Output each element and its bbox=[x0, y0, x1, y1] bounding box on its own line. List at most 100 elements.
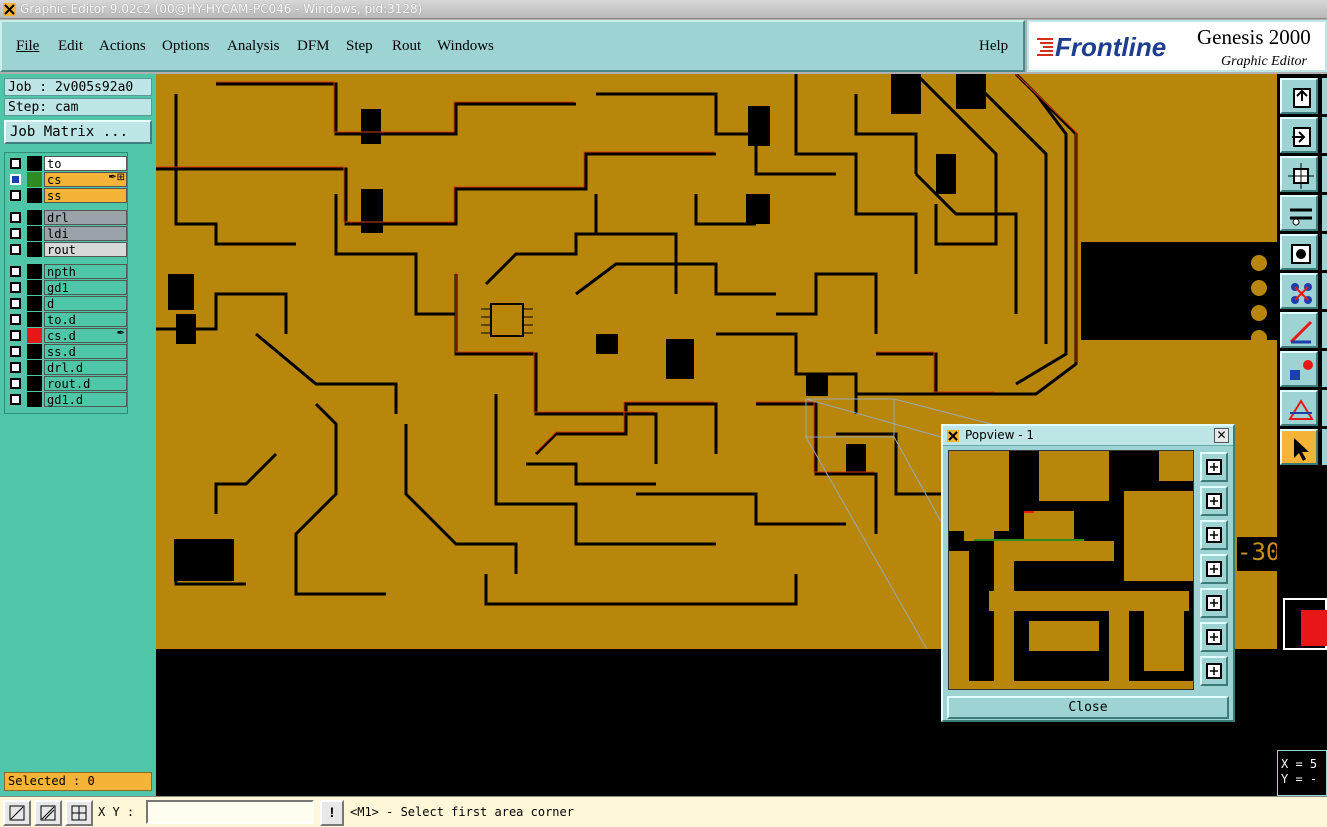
layer-row-ss[interactable]: ss bbox=[7, 188, 127, 203]
measure-icon[interactable] bbox=[34, 800, 62, 826]
popview-title: Popview - 1 bbox=[965, 428, 1034, 442]
product-name: Genesis 2000 bbox=[1197, 25, 1311, 49]
popview-titlebar[interactable]: Popview - 1 ✕ bbox=[943, 426, 1233, 446]
layer-checkbox[interactable] bbox=[10, 362, 21, 373]
popview-center-icon[interactable] bbox=[1200, 656, 1228, 686]
logo-text: Frontline bbox=[1055, 32, 1166, 60]
coordinates-readout: X = 5 Y = - bbox=[1277, 750, 1327, 796]
layer-row-drl[interactable]: drl bbox=[7, 210, 127, 225]
layer-checkbox[interactable] bbox=[10, 158, 21, 169]
popview-pan-right-icon[interactable] bbox=[1200, 588, 1228, 618]
select-icon[interactable] bbox=[1280, 351, 1318, 387]
color-preview-red bbox=[1301, 610, 1327, 646]
layer-checkbox[interactable] bbox=[10, 298, 21, 309]
menu-options[interactable]: Options bbox=[162, 38, 210, 55]
layer-name[interactable]: ss bbox=[44, 188, 127, 203]
layer-checkbox[interactable] bbox=[10, 212, 21, 223]
layer-name[interactable]: drl bbox=[44, 210, 127, 225]
menu-dfm[interactable]: DFM bbox=[297, 38, 330, 55]
tools-icon[interactable] bbox=[1280, 195, 1318, 231]
popview-close-button[interactable]: Close bbox=[947, 696, 1229, 719]
layer-checkbox[interactable] bbox=[10, 190, 21, 201]
xy-input[interactable] bbox=[146, 800, 314, 824]
zoom-home-icon[interactable] bbox=[1280, 117, 1318, 153]
selected-count: Selected : 0 bbox=[4, 772, 152, 791]
job-matrix-button[interactable]: Job Matrix ... bbox=[4, 120, 152, 144]
layer-row-d[interactable]: d bbox=[7, 296, 127, 311]
layer-row-rout[interactable]: rout bbox=[7, 242, 127, 257]
zoom-area-icon[interactable] bbox=[3, 800, 31, 826]
popview-pan-left-icon[interactable] bbox=[1200, 554, 1228, 584]
layer-row-gd1-d[interactable]: gd1.d bbox=[7, 392, 127, 407]
menu-step[interactable]: Step bbox=[346, 38, 373, 55]
layer-checkbox[interactable] bbox=[10, 282, 21, 293]
layer-row-ss-d[interactable]: ss.d bbox=[7, 344, 127, 359]
menu-file[interactable]: File bbox=[16, 38, 39, 55]
layer-name[interactable]: ldi bbox=[44, 226, 127, 241]
layer-name[interactable]: d bbox=[44, 296, 127, 311]
net-icon[interactable] bbox=[1280, 273, 1318, 309]
layer-row-to-d[interactable]: to.d bbox=[7, 312, 127, 327]
layer-name[interactable]: ss.d bbox=[44, 344, 127, 359]
layer-checkbox[interactable] bbox=[10, 174, 21, 185]
menu-actions[interactable]: Actions bbox=[99, 38, 146, 55]
layer-row-drl-d[interactable]: drl.d bbox=[7, 360, 127, 375]
menu-analysis[interactable]: Analysis bbox=[227, 38, 280, 55]
right-toolbar bbox=[1277, 74, 1327, 796]
layer-name[interactable]: cs.d bbox=[44, 328, 127, 343]
app-icon bbox=[3, 3, 16, 16]
menu-edit[interactable]: Edit bbox=[58, 38, 83, 55]
layer-name[interactable]: rout.d bbox=[44, 376, 127, 391]
menu-help[interactable]: Help bbox=[979, 38, 1008, 55]
layer-checkbox[interactable] bbox=[10, 244, 21, 255]
alert-button[interactable]: ! bbox=[320, 800, 344, 826]
layer-name[interactable]: to bbox=[44, 156, 127, 171]
layer-color-swatch bbox=[27, 360, 42, 375]
popview-fit-icon[interactable] bbox=[1200, 622, 1228, 652]
popview-close-icon[interactable]: ✕ bbox=[1214, 428, 1229, 443]
window-title: Graphic Editor 9.02c2 (00@HY-HYCAM-PC046… bbox=[20, 2, 423, 16]
layer-checkbox[interactable] bbox=[10, 378, 21, 389]
layer-color-swatch bbox=[27, 392, 42, 407]
frontline-logo: Frontline bbox=[1037, 32, 1166, 60]
layer-row-npth[interactable]: npth bbox=[7, 264, 127, 279]
measure-icon[interactable] bbox=[1280, 312, 1318, 348]
layer-color-swatch bbox=[27, 226, 42, 241]
layer-row-to[interactable]: to bbox=[7, 156, 127, 171]
popview-zoom-out-icon[interactable] bbox=[1200, 520, 1228, 550]
coord-x: X = 5 bbox=[1281, 757, 1318, 771]
layer-row-ldi[interactable]: ldi bbox=[7, 226, 127, 241]
layer-checkbox[interactable] bbox=[10, 314, 21, 325]
popview-canvas[interactable] bbox=[948, 450, 1194, 690]
layer-checkbox[interactable] bbox=[10, 228, 21, 239]
feature-icon[interactable] bbox=[1280, 234, 1318, 270]
pointer-icon[interactable] bbox=[1280, 429, 1318, 465]
layer-name[interactable]: gd1.d bbox=[44, 392, 127, 407]
layer-name[interactable]: gd1 bbox=[44, 280, 127, 295]
layer-checkbox[interactable] bbox=[10, 346, 21, 357]
layer-row-cs-d[interactable]: cs.d ✒ bbox=[7, 328, 127, 343]
layer-row-cs[interactable]: cs ✒⊞ bbox=[7, 172, 127, 187]
title-bar: Graphic Editor 9.02c2 (00@HY-HYCAM-PC046… bbox=[0, 0, 1327, 19]
popview-zoom-icon[interactable] bbox=[1200, 452, 1228, 482]
layer-checkbox[interactable] bbox=[10, 266, 21, 277]
menu-rout[interactable]: Rout bbox=[392, 38, 421, 55]
zoom-fit-icon[interactable] bbox=[1280, 156, 1318, 192]
brand-area: Frontline Genesis 2000 Graphic Editor bbox=[1027, 20, 1327, 72]
layer-checkbox[interactable] bbox=[10, 330, 21, 341]
popview-zoom-in-icon[interactable] bbox=[1200, 486, 1228, 516]
fit-icon[interactable] bbox=[1280, 78, 1318, 114]
layer-row-gd1[interactable]: gd1 bbox=[7, 280, 127, 295]
job-name: Job : 2v005s92a0 bbox=[4, 78, 152, 96]
layer-name[interactable]: npth bbox=[44, 264, 127, 279]
layer-name[interactable]: drl.d bbox=[44, 360, 127, 375]
layer-checkbox[interactable] bbox=[10, 394, 21, 405]
menu-windows[interactable]: Windows bbox=[437, 38, 494, 55]
layer-color-swatch bbox=[27, 264, 42, 279]
grid-icon[interactable] bbox=[65, 800, 93, 826]
layer-name[interactable]: to.d bbox=[44, 312, 127, 327]
drc-icon[interactable] bbox=[1280, 390, 1318, 426]
status-message: <M1> - Select first area corner bbox=[350, 805, 574, 819]
layer-name[interactable]: rout bbox=[44, 242, 127, 257]
layer-row-rout-d[interactable]: rout.d bbox=[7, 376, 127, 391]
